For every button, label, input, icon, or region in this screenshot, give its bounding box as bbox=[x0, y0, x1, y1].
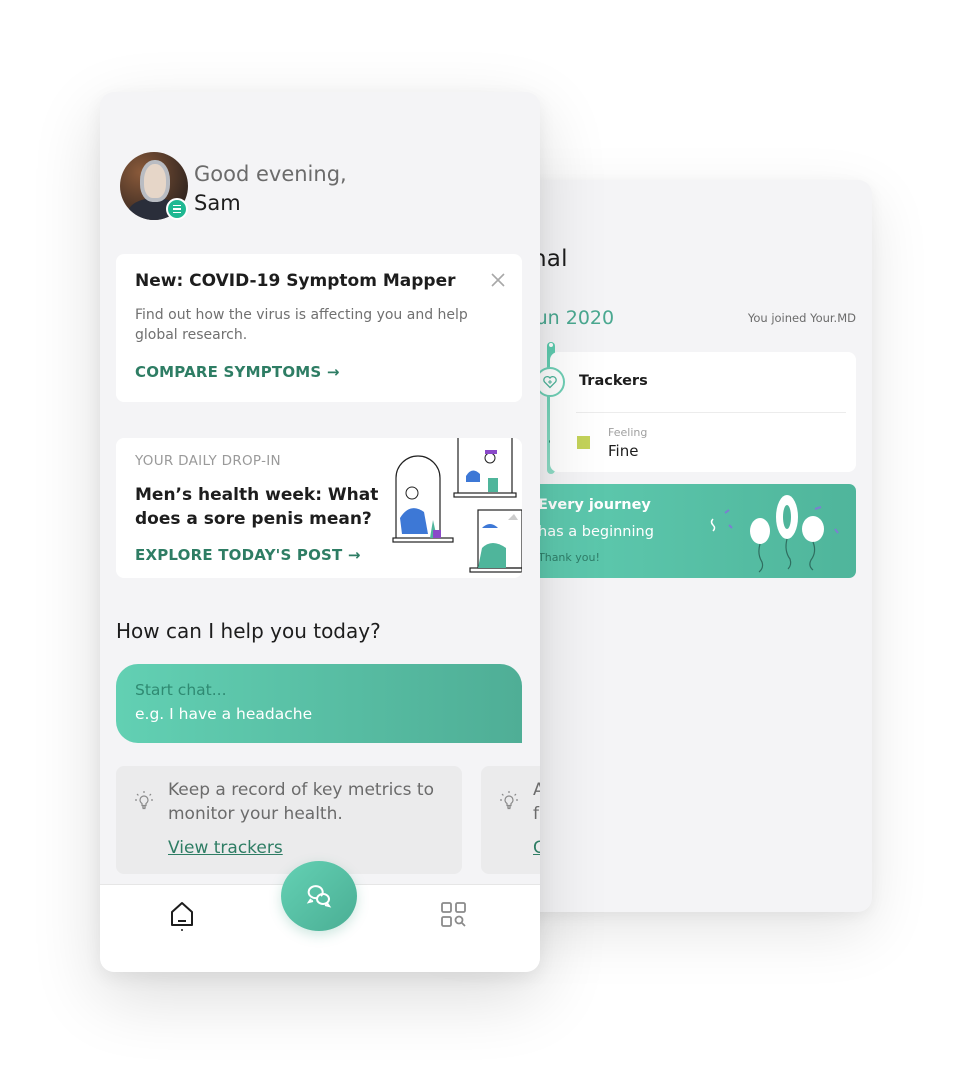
help-heading: How can I help you today? bbox=[116, 619, 381, 643]
view-trackers-link[interactable]: View trackers bbox=[168, 838, 283, 858]
explore-post-link[interactable]: EXPLORE TODAY'S POST → bbox=[135, 546, 361, 564]
tip-text: Keep a record of key metrics to monitor … bbox=[168, 780, 434, 824]
feeling-label: Feeling bbox=[608, 426, 648, 439]
covid-card-description: Find out how the virus is affecting you … bbox=[135, 307, 468, 343]
avatar-face bbox=[140, 160, 170, 202]
start-chat-input[interactable]: Start chat... e.g. I have a headache bbox=[116, 664, 522, 743]
dropin-eyebrow: YOUR DAILY DROP-IN bbox=[135, 453, 281, 469]
compare-symptoms-link[interactable]: COMPARE SYMPTOMS → bbox=[135, 363, 340, 381]
timeline-dot bbox=[549, 343, 553, 347]
windows-illustration bbox=[392, 438, 522, 573]
journey-title: Every journey bbox=[538, 497, 651, 513]
chat-placeholder: Start chat... bbox=[135, 681, 227, 699]
chat-button[interactable] bbox=[281, 861, 357, 931]
journal-date: Jun 2020 bbox=[530, 307, 615, 329]
chat-example: e.g. I have a headache bbox=[135, 705, 313, 723]
tip-link[interactable]: C bbox=[533, 838, 540, 858]
lightbulb-icon bbox=[500, 791, 518, 810]
menu-icon[interactable] bbox=[166, 198, 188, 220]
daily-dropin-card[interactable]: YOUR DAILY DROP-IN Men’s health week: Wh… bbox=[116, 438, 522, 578]
home-icon[interactable] bbox=[168, 899, 196, 933]
covid-card[interactable]: New: COVID-19 Symptom Mapper Find out ho… bbox=[116, 254, 522, 402]
chat-icon bbox=[306, 885, 332, 908]
balloons-illustration bbox=[710, 495, 839, 573]
tip-card: Keep a record of key metrics to monitor … bbox=[116, 766, 462, 874]
tip-card: A f C bbox=[481, 766, 540, 874]
journey-thanks: Thank you! bbox=[538, 551, 600, 564]
trackers-title: Trackers bbox=[579, 373, 648, 389]
joined-label: You joined Your.MD bbox=[747, 311, 856, 325]
dropin-title: Men’s health week: What does a sore peni… bbox=[135, 485, 379, 529]
lightbulb-icon bbox=[135, 791, 153, 810]
user-name: Sam bbox=[194, 191, 241, 215]
journey-card: Every journey has a beginning Thank you! bbox=[530, 484, 856, 578]
feeling-color-swatch bbox=[577, 436, 590, 449]
home-screen: Good evening, Sam New: COVID-19 Symptom … bbox=[100, 92, 540, 972]
journey-subtitle: has a beginning bbox=[538, 524, 654, 540]
greeting: Good evening, bbox=[194, 162, 347, 186]
covid-card-title: New: COVID-19 Symptom Mapper bbox=[135, 271, 456, 291]
grid-search-icon[interactable] bbox=[440, 901, 468, 929]
tip-text: A f bbox=[533, 780, 540, 824]
feeling-value: Fine bbox=[608, 442, 639, 460]
divider bbox=[576, 412, 846, 413]
close-icon[interactable] bbox=[488, 270, 508, 290]
